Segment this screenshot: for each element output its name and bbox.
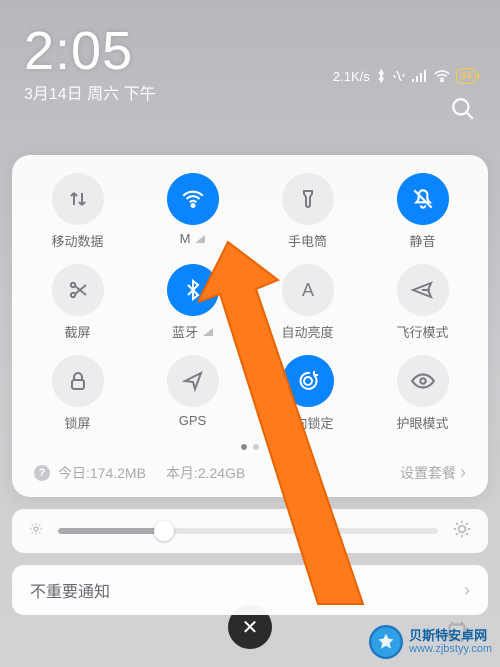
tile-eye-care[interactable]: 护眼模式 (365, 355, 480, 432)
clock-date: 3月14日 周六 下午 (24, 80, 156, 104)
quick-settings-panel: 移动数据 M 手电筒 静音截屏 蓝牙 A 自动亮度 飞行模式锁屏 GPS 方向锁定 护眼模式 ? 今… (12, 155, 488, 497)
battery-pct: 34 (460, 70, 472, 82)
watermark-url: www.zjbstyy.com (409, 643, 492, 655)
gps-icon (167, 355, 219, 407)
signal-icon (203, 328, 213, 336)
tiles-grid: 移动数据 M 手电筒 静音截屏 蓝牙 A 自动亮度 飞行模式锁屏 GPS 方向锁定 护眼模式 (20, 173, 480, 432)
tile-label: 护眼模式 (396, 413, 448, 432)
eye-care-icon (397, 355, 449, 407)
auto-bright-icon: A (282, 264, 334, 316)
brightness-high-icon (452, 519, 472, 544)
watermark-title: 贝斯特安卓网 (409, 629, 492, 643)
clock-area: 2:05 3月14日 周六 下午 (24, 20, 156, 127)
tile-label: 手电筒 (288, 231, 327, 250)
net-speed: 2.1K/s (333, 69, 370, 84)
flashlight-icon (282, 173, 334, 225)
mobile-data-icon (52, 173, 104, 225)
tile-bluetooth[interactable]: 蓝牙 (135, 264, 250, 341)
tile-rotate-lock[interactable]: 方向锁定 (250, 355, 365, 432)
tile-label: M (180, 231, 206, 246)
airplane-icon (397, 264, 449, 316)
brightness-slider[interactable] (12, 509, 488, 553)
tile-label: 静音 (409, 231, 435, 250)
search-icon[interactable] (450, 96, 476, 127)
page-dot (241, 444, 247, 450)
status-bar: 2:05 3月14日 周六 下午 2.1K/s 34 (0, 0, 500, 135)
brightness-low-icon (28, 521, 44, 542)
tile-airplane[interactable]: 飞行模式 (365, 264, 480, 341)
bluetooth-icon (167, 264, 219, 316)
tile-label: 移动数据 (51, 231, 103, 250)
page-indicator (20, 444, 480, 450)
tile-flashlight[interactable]: 手电筒 (250, 173, 365, 250)
brightness-thumb[interactable] (154, 521, 174, 541)
rotate-lock-icon (282, 355, 334, 407)
watermark-logo-icon (369, 625, 403, 659)
usage-month-val: 2.24GB (198, 465, 245, 481)
tile-label: 锁屏 (64, 413, 90, 432)
clock-time: 2:05 (24, 20, 156, 82)
usage-month-label: 本月: (166, 465, 198, 481)
tile-lock-screen[interactable]: 锁屏 (20, 355, 135, 432)
status-right: 2.1K/s 34 (333, 20, 476, 127)
cell-signal-icon (412, 70, 428, 82)
wifi-icon (167, 173, 219, 225)
data-usage-row[interactable]: ? 今日:174.2MB 本月:2.24GB 设置套餐 › (20, 456, 480, 487)
tile-mobile-data[interactable]: 移动数据 (20, 173, 135, 250)
tile-wifi[interactable]: M (135, 173, 250, 250)
content-root: { "status": { "time": "2:05", "date": "3… (0, 0, 500, 615)
svg-text:A: A (301, 280, 313, 300)
plan-settings-label: 设置套餐 (400, 463, 456, 483)
wifi-status-icon (434, 70, 450, 82)
lock-screen-icon (52, 355, 104, 407)
usage-today-val: 174.2MB (90, 465, 146, 481)
usage-left: ? 今日:174.2MB 本月:2.24GB (34, 463, 245, 483)
info-icon: ? (34, 465, 50, 481)
brightness-track[interactable] (58, 528, 438, 534)
notification-group-label: 不重要通知 (30, 578, 110, 602)
tile-screenshot[interactable]: 截屏 (20, 264, 135, 341)
signal-icon (195, 235, 205, 243)
tile-label: 自动亮度 (281, 322, 333, 341)
vibrate-icon (392, 69, 406, 83)
chevron-right-icon: › (464, 580, 470, 601)
battery-indicator: 34 (456, 68, 476, 84)
bluetooth-status-icon (376, 69, 386, 83)
chevron-right-icon: › (460, 462, 466, 483)
notification-group-row[interactable]: 不重要通知 › (12, 565, 488, 615)
close-icon: ✕ (242, 615, 259, 640)
watermark: 贝斯特安卓网 www.zjbstyy.com (369, 625, 492, 659)
mute-icon (397, 173, 449, 225)
tile-label: 飞行模式 (396, 322, 448, 341)
tile-mute[interactable]: 静音 (365, 173, 480, 250)
tile-label: GPS (179, 413, 206, 428)
usage-today-label: 今日: (58, 465, 90, 481)
tile-auto-bright[interactable]: A 自动亮度 (250, 264, 365, 341)
tile-label: 蓝牙 (172, 322, 213, 341)
page-dot (253, 444, 259, 450)
tile-gps[interactable]: GPS (135, 355, 250, 432)
tile-label: 方向锁定 (281, 413, 333, 432)
tile-label: 截屏 (64, 322, 90, 341)
screenshot-icon (52, 264, 104, 316)
